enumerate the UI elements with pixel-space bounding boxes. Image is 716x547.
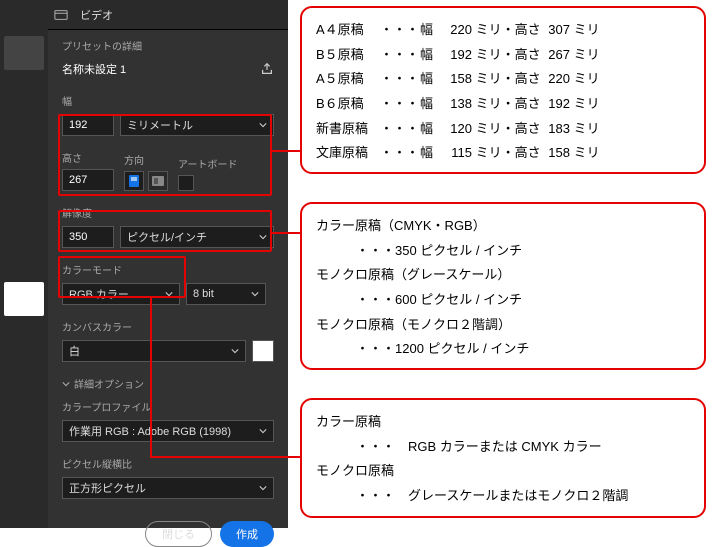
- size-row: B６原稿・・・幅138 ミリ・高さ192 ミリ: [316, 92, 690, 117]
- profile-label: カラープロファイル: [62, 399, 274, 414]
- size-row: A５原稿・・・幅158 ミリ・高さ220 ミリ: [316, 67, 690, 92]
- size-row: B５原稿・・・幅192 ミリ・高さ267 ミリ: [316, 43, 690, 68]
- tab-title[interactable]: ビデオ: [80, 7, 113, 23]
- width-label: 幅: [62, 93, 274, 108]
- profile-select[interactable]: 作業用 RGB : Adobe RGB (1998): [62, 420, 274, 442]
- connector: [272, 232, 300, 234]
- size-row: 新書原稿・・・幅120 ミリ・高さ183 ミリ: [316, 117, 690, 142]
- create-button[interactable]: 作成: [220, 521, 274, 547]
- size-row: A４原稿・・・幅220 ミリ・高さ307 ミリ: [316, 18, 690, 43]
- preset-thumbnails: [0, 0, 48, 528]
- canvas-color-select[interactable]: 白: [62, 340, 246, 362]
- size-row: 文庫原稿・・・幅115 ミリ・高さ158 ミリ: [316, 141, 690, 166]
- close-button[interactable]: 閉じる: [145, 521, 212, 547]
- preset-details-label: プリセットの詳細: [62, 38, 274, 53]
- connector: [150, 298, 152, 458]
- highlight-size: [58, 114, 272, 196]
- preset-name[interactable]: 名称未設定 1: [62, 61, 126, 77]
- info-resolution: カラー原稿（CMYK・RGB） ・・・350 ピクセル / インチ モノクロ原稿…: [300, 202, 706, 370]
- export-icon[interactable]: [260, 62, 274, 76]
- preset-thumb-active[interactable]: [4, 282, 44, 316]
- connector: [272, 150, 300, 152]
- advanced-toggle[interactable]: 詳細オプション: [62, 376, 274, 391]
- canvas-label: カンバスカラー: [62, 319, 274, 334]
- pixelaspect-select[interactable]: 正方形ピクセル: [62, 477, 274, 499]
- info-sizes: A４原稿・・・幅220 ミリ・高さ307 ミリB５原稿・・・幅192 ミリ・高さ…: [300, 6, 706, 174]
- canvas-color-swatch[interactable]: [252, 340, 274, 362]
- tab-icon: [54, 8, 68, 22]
- pixelaspect-label: ピクセル縦横比: [62, 456, 274, 471]
- info-colormode: カラー原稿 ・・・ RGB カラーまたは CMYK カラー モノクロ原稿 ・・・…: [300, 398, 706, 518]
- highlight-resolution: [58, 210, 272, 252]
- connector: [150, 456, 300, 458]
- new-document-panel: ビデオ プリセットの詳細 名称未設定 1 幅 192 ミリメートル: [0, 0, 288, 528]
- preset-thumb[interactable]: [4, 36, 44, 70]
- highlight-colormode: [58, 256, 186, 298]
- bitdepth-select[interactable]: 8 bit: [186, 283, 266, 305]
